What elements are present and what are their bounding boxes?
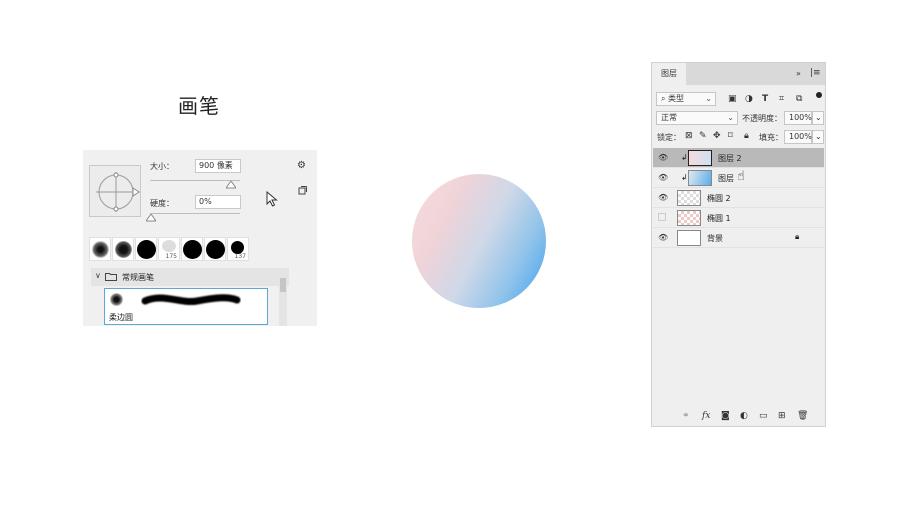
page-title: 画笔 (178, 94, 220, 118)
trash-icon[interactable]: 🗑︎ (797, 411, 808, 421)
layer-row[interactable]: 👁︎ ↲ 图层 ☝︎ (653, 168, 824, 188)
hardness-slider-track[interactable] (150, 213, 240, 214)
fx-icon[interactable]: fx (702, 411, 710, 421)
eye-icon[interactable]: 👁︎ (658, 233, 668, 243)
clip-arrow-icon: ↲ (681, 173, 688, 182)
image-filter-icon[interactable]: ▣ (728, 93, 737, 105)
smart-object-filter-icon[interactable]: ⧉ (796, 93, 802, 105)
layer-thumbnail (677, 210, 701, 226)
size-slider-thumb[interactable] (226, 181, 236, 189)
brush-icon[interactable]: ✎ (699, 130, 707, 142)
clip-arrow-icon: ↲ (681, 153, 688, 162)
layers-toolbar: ⚭ fx ◙ ◐ ▭ ⊞ 🗑︎ (652, 408, 825, 426)
shape-filter-icon[interactable]: ⌗ (779, 93, 784, 105)
layers-panel: 图层 » |≡ ⌕ 类型 ⌄ ▣ ◑ T ⌗ ⧉ 正常 ⌄ 不透明度： 100%… (651, 62, 826, 427)
mask-icon[interactable]: ◙ (721, 411, 730, 421)
lock-label: 锁定： (657, 133, 681, 142)
layer-thumbnail (677, 190, 701, 206)
filter-kind-select[interactable]: ⌕ 类型 ⌄ (656, 92, 716, 106)
fill-label: 填充： (759, 133, 783, 142)
layer-thumbnail (688, 150, 712, 166)
hardness-slider-thumb[interactable] (146, 214, 156, 222)
layer-thumbnail (688, 170, 712, 186)
lock-icon: 🔒︎ (795, 232, 800, 241)
brush-swatch[interactable] (135, 237, 157, 261)
chevron-down-icon: ∨ (95, 271, 101, 280)
layer-row[interactable]: 👁︎ 背景 🔒︎ (653, 228, 824, 248)
chevron-down-icon: ⌄ (727, 113, 734, 122)
brush-swatch[interactable]: 137 (227, 237, 249, 261)
brush-group-header[interactable]: ∨ 常规画笔 (91, 268, 289, 286)
brush-swatch[interactable] (204, 237, 226, 261)
filter-toggle-icon[interactable] (816, 92, 822, 98)
chevron-down-icon: ⌄ (815, 113, 822, 122)
scrollbar[interactable] (279, 268, 287, 326)
type-filter-icon[interactable]: T (762, 93, 768, 105)
layer-row[interactable]: 👁︎ ↲ 图层 2 (653, 148, 824, 168)
brush-swatch[interactable] (89, 237, 111, 261)
chevron-down-icon: ⌄ (815, 132, 822, 141)
opacity-label: 不透明度： (742, 114, 782, 123)
size-input[interactable]: 900 像素 (195, 159, 241, 173)
opacity-dropdown[interactable]: ⌄ (812, 111, 824, 125)
brush-stroke-preview (141, 294, 241, 306)
link-icon[interactable]: ⚭ (682, 411, 690, 421)
opacity-input[interactable]: 100% (784, 111, 812, 125)
brush-name: 柔边圆 (109, 313, 133, 322)
chevron-down-icon: ⌄ (705, 94, 712, 103)
layer-row[interactable]: 👁︎ 椭圆 2 (653, 188, 824, 208)
folder-icon[interactable]: ▭ (759, 411, 768, 421)
adjustment-filter-icon[interactable]: ◑ (745, 93, 753, 105)
brush-group-label: 常规画笔 (122, 273, 154, 282)
layer-thumbnail (677, 230, 701, 246)
brush-swatch[interactable]: 175 (158, 237, 180, 261)
lock-icon[interactable]: 🔒︎ (744, 130, 749, 142)
gear-icon[interactable]: ⚙ (297, 160, 306, 171)
brush-panel: 大小： 900 像素 硬度： 0% ⚙ 175 137 ∨ 常规画笔 柔边圆 (83, 150, 317, 326)
lock-pixels-icon[interactable]: ⊠ (685, 130, 693, 142)
collapse-icon[interactable]: » (796, 69, 801, 78)
panel-tabbar: 图层 » |≡ (652, 63, 825, 85)
eye-icon[interactable]: 👁︎ (658, 173, 668, 183)
brush-preset-row[interactable]: 柔边圆 (104, 288, 268, 325)
fill-input[interactable]: 100% (784, 130, 812, 144)
fill-dropdown[interactable]: ⌄ (812, 130, 824, 144)
visibility-toggle-off[interactable] (658, 213, 666, 221)
eye-icon[interactable]: 👁︎ (658, 193, 668, 203)
tab-layers[interactable]: 图层 (652, 63, 686, 85)
hardness-input[interactable]: 0% (195, 195, 241, 209)
adjustment-icon[interactable]: ◐ (740, 411, 748, 421)
brush-swatch[interactable] (181, 237, 203, 261)
blend-mode-select[interactable]: 正常 ⌄ (656, 111, 738, 125)
cursor-arrow-icon (266, 191, 278, 207)
hand-cursor-icon: ☝︎ (737, 169, 745, 184)
size-label: 大小： (150, 162, 174, 171)
new-preset-icon[interactable] (298, 186, 307, 195)
crosshair-icon (96, 172, 140, 212)
hardness-label: 硬度： (150, 199, 174, 208)
new-layer-icon[interactable]: ⊞ (778, 411, 786, 421)
gradient-circle (412, 174, 546, 308)
artboard-icon[interactable]: ⌑ (728, 130, 733, 142)
brush-angle-preview[interactable] (89, 165, 141, 217)
eye-icon[interactable]: 👁︎ (658, 153, 668, 163)
folder-icon (105, 273, 117, 281)
brush-swatch[interactable] (112, 237, 134, 261)
move-icon[interactable]: ✥ (713, 130, 721, 142)
panel-menu-icon[interactable]: |≡ (810, 68, 821, 78)
layer-row[interactable]: 椭圆 1 (653, 208, 824, 228)
search-icon: ⌕ (661, 94, 669, 103)
